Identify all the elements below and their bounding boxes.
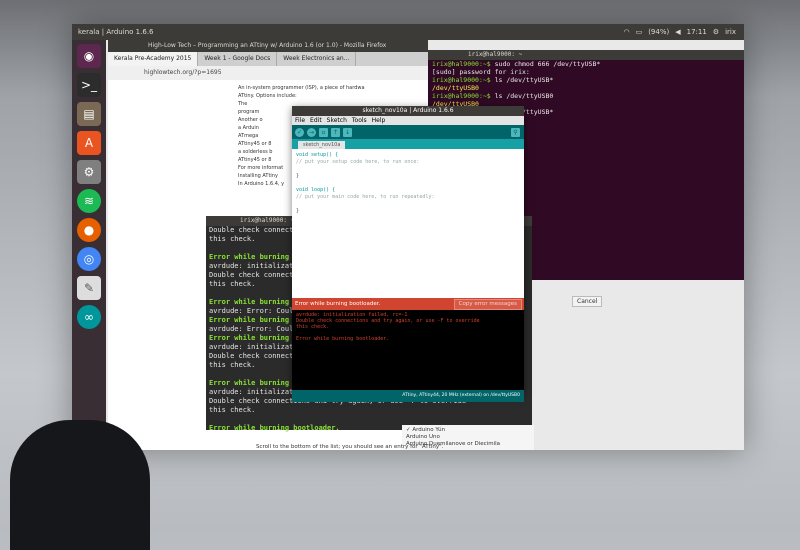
code-line: } — [296, 208, 300, 214]
verify-icon[interactable]: ✓ — [295, 127, 304, 137]
terminal-line: irix@hal9000:~$ sudo chmod 666 /dev/ttyU… — [428, 60, 744, 68]
terminal-line: irix@hal9000:~$ ls /dev/ttyUSB0 — [428, 92, 744, 100]
error-bar: Error while burning bootloader. Copy err… — [292, 298, 524, 310]
battery-icon[interactable]: ▭ — [636, 24, 643, 40]
code-line: void setup() { — [296, 152, 339, 158]
top-panel: kerala | Arduino 1.6.6 ◠ ▭ (94%) ◀ 17:11… — [72, 24, 744, 40]
arduino-console[interactable]: avrdude: initialization failed, rc=-1 Do… — [292, 310, 524, 390]
projector-room: kerala | Arduino 1.6.6 ◠ ▭ (94%) ◀ 17:11… — [0, 0, 800, 550]
menu-file[interactable]: File — [295, 116, 305, 125]
panel-indicators: ◠ ▭ (94%) ◀ 17:11 ⚙ irix — [623, 24, 736, 40]
code-line: void loop() { — [296, 187, 336, 193]
spotify-icon[interactable]: ≋ — [77, 189, 101, 213]
save-icon[interactable]: ↓ — [343, 127, 352, 137]
projected-screen: kerala | Arduino 1.6.6 ◠ ▭ (94%) ◀ 17:11… — [72, 24, 744, 450]
board-menu-item[interactable]: Arduino Uno — [406, 434, 530, 441]
arduino-toolbar: ✓ → ▫ ↑ ↓ ⚲ — [292, 125, 524, 139]
code-line: // put your main code here, to run repea… — [296, 194, 435, 200]
panel-title: kerala | Arduino 1.6.6 — [78, 28, 154, 36]
arduino-title: sketch_nov10a | Arduino 1.6.6 — [292, 106, 524, 116]
volume-icon[interactable]: ◀ — [675, 24, 680, 40]
clock[interactable]: 17:11 — [687, 24, 707, 40]
tab-google-docs[interactable]: Week 1 - Google Docs — [198, 52, 278, 66]
upload-icon[interactable]: → — [307, 127, 316, 137]
error-message: Error while burning bootloader. — [295, 301, 381, 307]
tab-week-electronics[interactable]: Week Electronics an... — [277, 52, 357, 66]
code-line: } — [296, 173, 300, 179]
arduino-icon[interactable]: ∞ — [77, 305, 101, 329]
code-line: // put your setup code here, to run once… — [296, 159, 420, 165]
board-status: ATtiny, ATtiny44, 20 MHz (external) on /… — [292, 390, 524, 402]
text-editor-icon[interactable]: ✎ — [77, 276, 101, 300]
terminal-text: /dev/ttyUSB0 — [432, 84, 479, 92]
user-name[interactable]: irix — [725, 24, 736, 40]
software-center-icon[interactable]: A — [77, 131, 101, 155]
terminal-icon[interactable]: >_ — [77, 73, 101, 97]
terminal-text: [sudo] password for irix: — [432, 68, 530, 76]
arduino-window: sketch_nov10a | Arduino 1.6.6 File Edit … — [292, 106, 524, 402]
wifi-icon[interactable]: ◠ — [623, 24, 629, 40]
terminal-text: ls /dev/ttyUSB* — [490, 76, 554, 84]
terminal-prompt: irix@hal9000:~$ — [432, 92, 491, 100]
terminal-line: this check. — [209, 406, 256, 414]
firefox-tabs: Kerala Pre-Academy 2015 Week 1 - Google … — [108, 52, 428, 66]
battery-percent: (94%) — [648, 28, 670, 36]
cancel-button[interactable]: Cancel — [572, 296, 603, 307]
menu-help[interactable]: Help — [372, 116, 386, 125]
menu-sketch[interactable]: Sketch — [327, 116, 347, 125]
terminal-line: /dev/ttyUSB0 — [428, 84, 744, 92]
settings-icon[interactable]: ⚙ — [77, 160, 101, 184]
terminal-line: irix@hal9000:~$ ls /dev/ttyUSB* — [428, 76, 744, 84]
code-editor[interactable]: void setup() { // put your setup code he… — [292, 149, 524, 298]
terminal-prompt: irix@hal9000:~$ — [432, 60, 491, 68]
ubuntu-icon[interactable]: ◉ — [77, 44, 101, 68]
menu-tools[interactable]: Tools — [352, 116, 367, 125]
firefox-icon[interactable]: ● — [77, 218, 101, 242]
terminal-right-title: irix@hal9000: ~ — [428, 50, 744, 60]
board-menu-item[interactable]: ✓ Arduino Yún — [406, 427, 530, 434]
gear-icon[interactable]: ⚙ — [713, 24, 719, 40]
terminal-line: [sudo] password for irix: — [428, 68, 744, 76]
terminal-prompt: irix@hal9000:~$ — [432, 76, 491, 84]
arduino-tabs: sketch_nov10a — [292, 139, 524, 149]
terminal-text: sudo chmod 666 /dev/ttyUSB* — [490, 60, 601, 68]
page-footer-text: Scroll to the bottom of the list; you sh… — [256, 444, 444, 450]
page-line: ATtiny. Options include: — [238, 93, 297, 99]
tab-kerala[interactable]: Kerala Pre-Academy 2015 — [108, 52, 199, 66]
desktop: High-Low Tech – Programming an ATtiny w/… — [106, 40, 744, 450]
arduino-menubar: File Edit Sketch Tools Help — [292, 116, 524, 125]
launcher: ◉ >_ ▤ A ⚙ ≋ ● ◎ ✎ ∞ — [72, 40, 106, 450]
tab-sketch[interactable]: sketch_nov10a — [298, 141, 346, 149]
serial-monitor-icon[interactable]: ⚲ — [511, 127, 520, 137]
new-icon[interactable]: ▫ — [319, 127, 328, 137]
audience-head — [10, 420, 150, 550]
firefox-title: High-Low Tech – Programming an ATtiny w/… — [108, 40, 428, 52]
console-line: Error while burning bootloader. — [296, 336, 390, 342]
chrome-icon[interactable]: ◎ — [77, 247, 101, 271]
terminal-text: ls /dev/ttyUSB0 — [490, 92, 554, 100]
files-icon[interactable]: ▤ — [77, 102, 101, 126]
menu-edit[interactable]: Edit — [310, 116, 322, 125]
copy-error-button[interactable]: Copy error messages — [453, 299, 522, 310]
url-bar[interactable]: highlowtech.org/?p=1695 — [108, 66, 428, 80]
open-icon[interactable]: ↑ — [331, 127, 340, 137]
page-line: An in-system programmer (ISP), a piece o… — [238, 85, 365, 91]
